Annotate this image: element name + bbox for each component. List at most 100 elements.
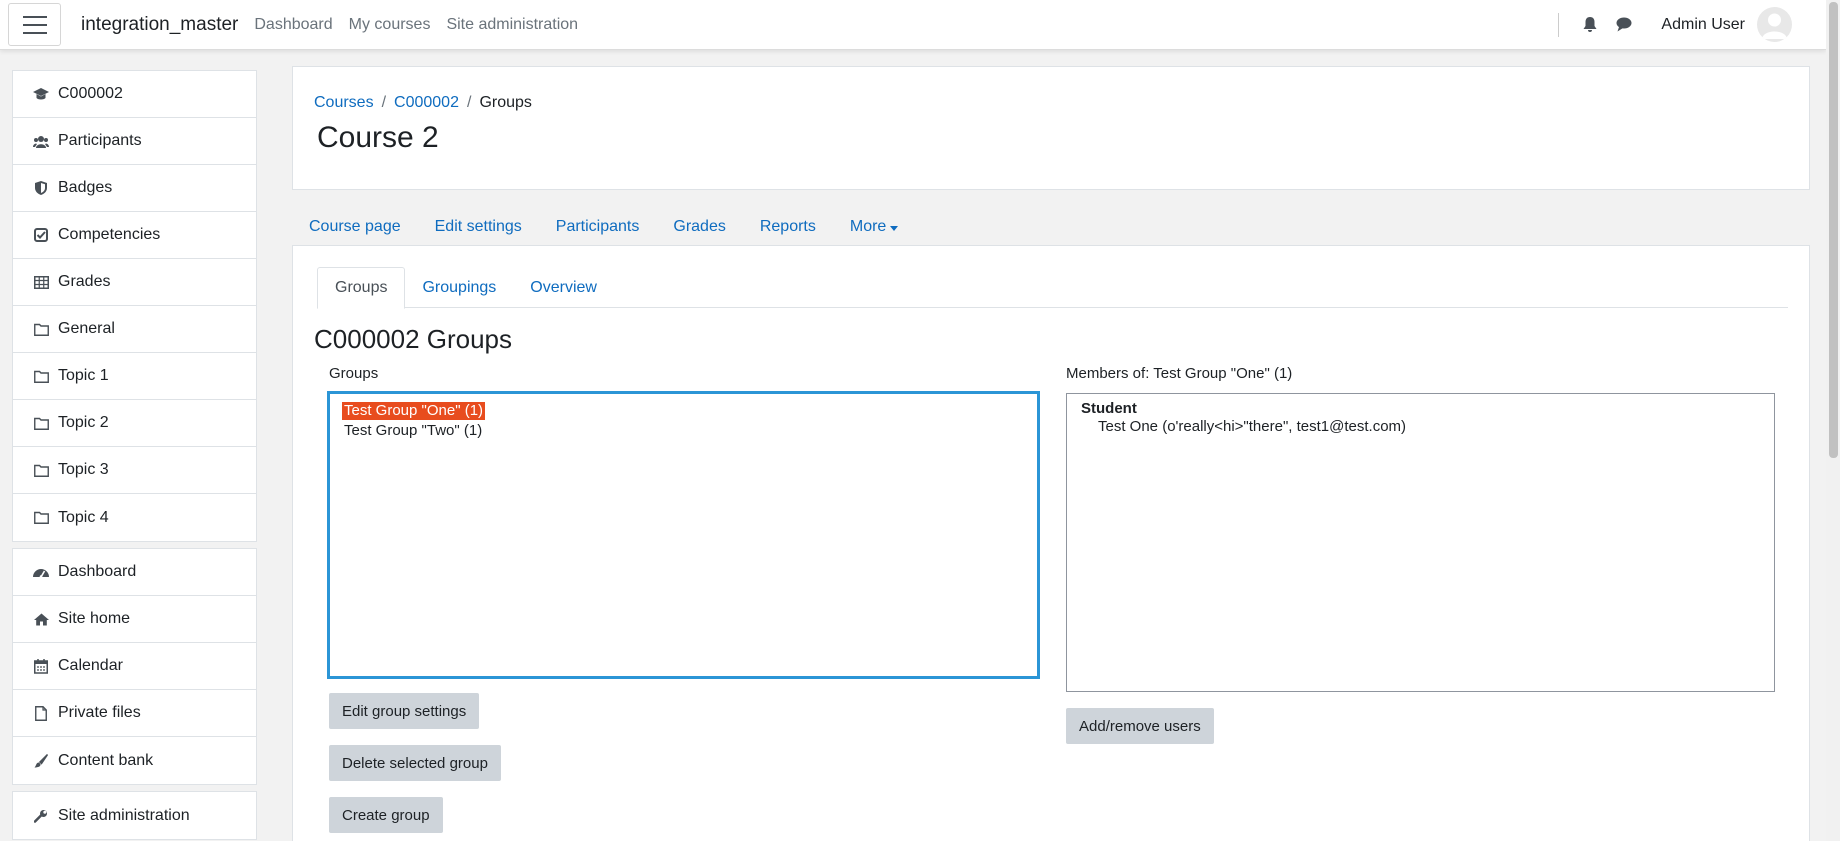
sidebar-item-content-bank[interactable]: Content bank	[13, 737, 256, 784]
topnav-my-courses[interactable]: My courses	[349, 16, 431, 34]
folder-icon	[33, 321, 49, 337]
members-list[interactable]: Student Test One (o'really<hi>"there", t…	[1066, 393, 1775, 692]
secondary-nav: Course page Edit settings Participants G…	[292, 212, 915, 242]
sidebar-item-topic-1[interactable]: Topic 1	[13, 353, 256, 400]
sidebar-item-label: Dashboard	[58, 563, 137, 580]
sidebar-item-grades[interactable]: Grades	[13, 259, 256, 306]
wrench-icon	[33, 808, 49, 824]
secnav-edit-settings[interactable]: Edit settings	[418, 212, 539, 242]
sidebar-item-participants[interactable]: Participants	[13, 118, 256, 165]
group-option[interactable]: Test Group "Two" (1)	[342, 422, 484, 440]
check-square-icon	[33, 227, 49, 243]
breadcrumb-separator: /	[466, 94, 472, 111]
sidebar-item-label: Site administration	[58, 806, 190, 824]
sidebar-item-label: General	[58, 320, 115, 337]
edit-group-settings-button[interactable]: Edit group settings	[329, 693, 480, 729]
section-title: C000002 Groups	[314, 324, 513, 354]
folder-icon	[33, 510, 49, 526]
calendar-icon	[33, 658, 49, 674]
sidebar-item-label: Private files	[58, 704, 141, 721]
graduation-cap-icon	[33, 86, 49, 102]
sidebar-site-group: Dashboard Site home Calendar Private fil…	[12, 548, 257, 785]
add-remove-users-button[interactable]: Add/remove users	[1066, 708, 1214, 744]
navbar-divider	[1558, 12, 1560, 37]
sidebar-admin-group: Site administration	[12, 791, 257, 840]
sidebar-item-site-administration[interactable]: Site administration	[13, 792, 256, 839]
sidebar-item-label: Topic 1	[58, 367, 109, 384]
page-title: Course 2	[317, 121, 439, 154]
tab-groupings[interactable]: Groupings	[405, 267, 513, 308]
top-nav: Dashboard My courses Site administration	[254, 16, 578, 34]
sidebar-item-calendar[interactable]: Calendar	[13, 643, 256, 690]
groups-select[interactable]: Test Group "One" (1) Test Group "Two" (1…	[327, 391, 1040, 679]
secnav-grades[interactable]: Grades	[656, 212, 742, 242]
top-navbar: integration_master Dashboard My courses …	[0, 0, 1826, 50]
sidebar-item-label: Competencies	[58, 226, 161, 243]
sidebar-item-general[interactable]: General	[13, 306, 256, 353]
user-menu-name[interactable]: Admin User	[1661, 16, 1745, 34]
page-scrollbar[interactable]	[1826, 0, 1840, 841]
secnav-participants[interactable]: Participants	[539, 212, 657, 242]
members-label: Members of: Test Group "One" (1)	[1066, 365, 1293, 382]
site-brand[interactable]: integration_master	[81, 14, 238, 36]
topnav-site-administration[interactable]: Site administration	[446, 16, 578, 34]
folder-icon	[33, 368, 49, 384]
bell-icon[interactable]	[1581, 16, 1599, 34]
tab-groups[interactable]: Groups	[317, 267, 406, 309]
file-icon	[33, 705, 49, 721]
avatar-icon[interactable]	[1757, 7, 1792, 42]
secnav-reports[interactable]: Reports	[743, 212, 833, 242]
sidebar-item-competencies[interactable]: Competencies	[13, 212, 256, 259]
folder-icon	[33, 462, 49, 478]
sidebar-item-topic-4[interactable]: Topic 4	[13, 494, 256, 541]
home-icon	[33, 611, 49, 627]
breadcrumb: Courses / C000002 / Groups	[314, 94, 532, 112]
secnav-more[interactable]: More	[833, 212, 915, 242]
caret-down-icon	[890, 225, 899, 231]
sidebar-item-label: Topic 2	[58, 414, 109, 431]
groups-label: Groups	[329, 365, 379, 382]
topnav-dashboard[interactable]: Dashboard	[254, 16, 332, 34]
table-icon	[33, 274, 49, 290]
sidebar-item-site-home[interactable]: Site home	[13, 596, 256, 643]
delete-selected-group-button[interactable]: Delete selected group	[329, 745, 501, 781]
sidebar-item-label: Grades	[58, 273, 111, 290]
member-item[interactable]: Test One (o'really<hi>"there", test1@tes…	[1098, 418, 1760, 435]
sidebar-item-topic-3[interactable]: Topic 3	[13, 447, 256, 494]
navbar-right: Admin User	[1558, 0, 1826, 49]
hamburger-icon[interactable]	[8, 3, 61, 46]
breadcrumb-course[interactable]: C000002	[394, 94, 459, 112]
sidebar-item-label: C000002	[58, 85, 123, 102]
sidebar-item-label: Calendar	[58, 657, 123, 674]
shield-icon	[33, 180, 49, 196]
tab-overview[interactable]: Overview	[513, 267, 614, 308]
users-icon	[33, 133, 49, 149]
left-sidebar: C000002 Participants Badges Competencies…	[12, 70, 257, 841]
sidebar-item-course[interactable]: C000002	[13, 71, 256, 118]
groups-tabs: Groups Groupings Overview	[317, 267, 1788, 309]
paintbrush-icon	[33, 753, 49, 769]
scrollbar-thumb[interactable]	[1829, 2, 1838, 458]
breadcrumb-separator: /	[381, 94, 387, 111]
secnav-course-page[interactable]: Course page	[292, 212, 418, 242]
chat-icon[interactable]	[1615, 16, 1633, 34]
secnav-more-label: More	[849, 218, 887, 235]
sidebar-course-group: C000002 Participants Badges Competencies…	[12, 70, 257, 542]
tachometer-icon	[33, 564, 49, 580]
sidebar-item-label: Content bank	[58, 751, 154, 769]
breadcrumb-current: Groups	[479, 94, 532, 111]
sidebar-item-private-files[interactable]: Private files	[13, 690, 256, 737]
sidebar-item-label: Participants	[58, 132, 142, 149]
main-content: Groups Groupings Overview C000002 Groups…	[292, 245, 1810, 841]
sidebar-item-dashboard[interactable]: Dashboard	[13, 549, 256, 596]
members-role-heading: Student	[1081, 400, 1137, 417]
group-option[interactable]: Test Group "One" (1)	[342, 402, 486, 420]
sidebar-item-label: Site home	[58, 610, 131, 627]
sidebar-item-label: Badges	[58, 179, 113, 196]
breadcrumb-courses[interactable]: Courses	[314, 94, 374, 112]
sidebar-item-topic-2[interactable]: Topic 2	[13, 400, 256, 447]
folder-icon	[33, 415, 49, 431]
sidebar-item-label: Topic 3	[58, 461, 109, 478]
create-group-button[interactable]: Create group	[329, 797, 443, 833]
sidebar-item-badges[interactable]: Badges	[13, 165, 256, 212]
